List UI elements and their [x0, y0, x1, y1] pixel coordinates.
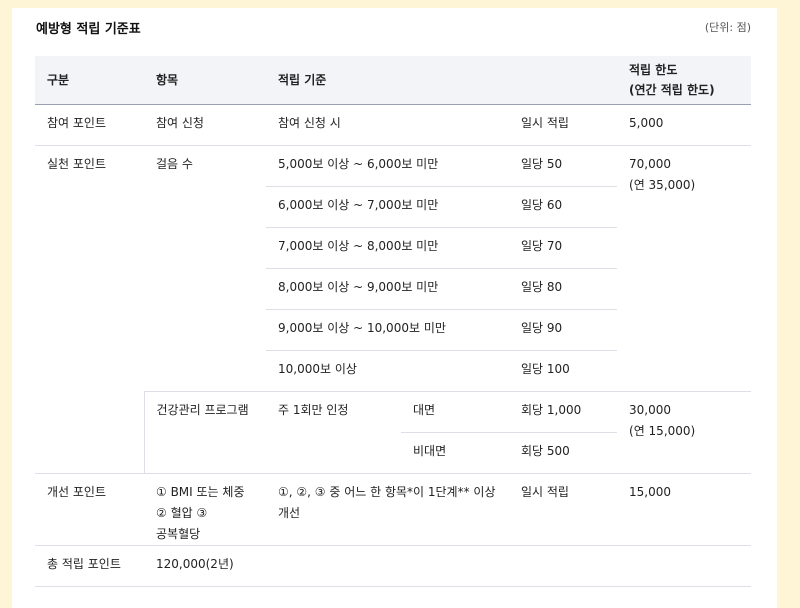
- participation-category: 참여 포인트: [35, 104, 144, 146]
- header-criteria: 적립 기준: [266, 56, 618, 105]
- header-limit-line2: (연간 적립 한도): [629, 83, 715, 97]
- steps-limit-line1: 70,000: [629, 157, 672, 171]
- steps-points: 일당 100: [509, 350, 618, 392]
- header-limit-line1: 적립 한도: [629, 63, 678, 77]
- steps-points: 일당 80: [509, 268, 618, 310]
- table-caption: 예방형 적립 기준표: [36, 22, 141, 37]
- steps-criteria: 7,000보 이상 ~ 8,000보 미만: [266, 227, 509, 269]
- program-type: 대면: [401, 391, 509, 433]
- points-criteria-table: 구분 항목 적립 기준 적립 한도 (연간 적립 한도) 참여 포인트 참여 신…: [35, 56, 752, 587]
- program-limit-line2: (연 15,000): [629, 424, 696, 438]
- steps-item: 걸음 수: [144, 145, 266, 392]
- steps-points: 일당 70: [509, 227, 618, 269]
- header-item: 항목: [144, 56, 266, 105]
- steps-points: 일당 60: [509, 186, 618, 228]
- table-row: 실천 포인트 걸음 수 5,000보 이상 ~ 6,000보 미만 일당 50 …: [35, 145, 752, 474]
- improvement-criteria: ①, ②, ③ 중 어느 한 항목*이 1단계** 이상 개선: [266, 473, 509, 546]
- steps-criteria: 5,000보 이상 ~ 6,000보 미만: [266, 145, 509, 187]
- steps-points: 일당 90: [509, 309, 618, 351]
- participation-limit: 5,000: [617, 104, 752, 146]
- steps-points: 일당 50: [509, 145, 618, 187]
- table-row: 개선 포인트 ① BMI 또는 체중 ② 혈압 ③ 공복혈당 ①, ②, ③ 중…: [35, 473, 752, 546]
- header-limit: 적립 한도 (연간 적립 한도): [617, 56, 752, 105]
- participation-item: 참여 신청: [144, 104, 266, 146]
- steps-limit: 70,000 (연 35,000): [617, 145, 752, 392]
- program-points: 회당 500: [509, 432, 618, 474]
- participation-points: 일시 적립: [509, 104, 618, 146]
- program-limit-line1: 30,000: [629, 403, 672, 417]
- table-row: 총 적립 포인트 120,000(2년): [35, 545, 752, 587]
- steps-criteria: 6,000보 이상 ~ 7,000보 미만: [266, 186, 509, 228]
- practice-category: 실천 포인트: [35, 145, 144, 474]
- steps-criteria: 8,000보 이상 ~ 9,000보 미만: [266, 268, 509, 310]
- improvement-limit: 15,000: [617, 473, 752, 546]
- participation-criteria: 참여 신청 시: [266, 104, 509, 146]
- improvement-item: ① BMI 또는 체중 ② 혈압 ③ 공복혈당: [144, 473, 266, 546]
- program-criteria: 주 1회만 인정: [266, 391, 401, 474]
- unit-note: (단위: 점): [704, 21, 751, 34]
- program-points: 회당 1,000: [509, 391, 618, 433]
- program-item: 건강관리 프로그램: [143, 391, 266, 474]
- table-header-row: 구분 항목 적립 기준 적립 한도 (연간 적립 한도): [35, 56, 752, 105]
- header-category: 구분: [35, 56, 144, 105]
- steps-criteria: 10,000보 이상: [266, 350, 509, 392]
- improvement-points: 일시 적립: [509, 473, 618, 546]
- content-panel: 예방형 적립 기준표 (단위: 점) 구분 항목 적립 기준 적립 한도 (연간…: [12, 8, 777, 608]
- program-limit: 30,000 (연 15,000): [617, 391, 752, 474]
- steps-limit-line2: (연 35,000): [629, 178, 696, 192]
- improvement-category: 개선 포인트: [35, 473, 144, 546]
- table-row: 참여 포인트 참여 신청 참여 신청 시 일시 적립 5,000: [35, 104, 752, 146]
- program-type: 비대면: [401, 432, 509, 474]
- steps-criteria: 9,000보 이상 ~ 10,000보 미만: [266, 309, 509, 351]
- total-value: 120,000(2년): [144, 545, 752, 587]
- total-label: 총 적립 포인트: [35, 545, 144, 587]
